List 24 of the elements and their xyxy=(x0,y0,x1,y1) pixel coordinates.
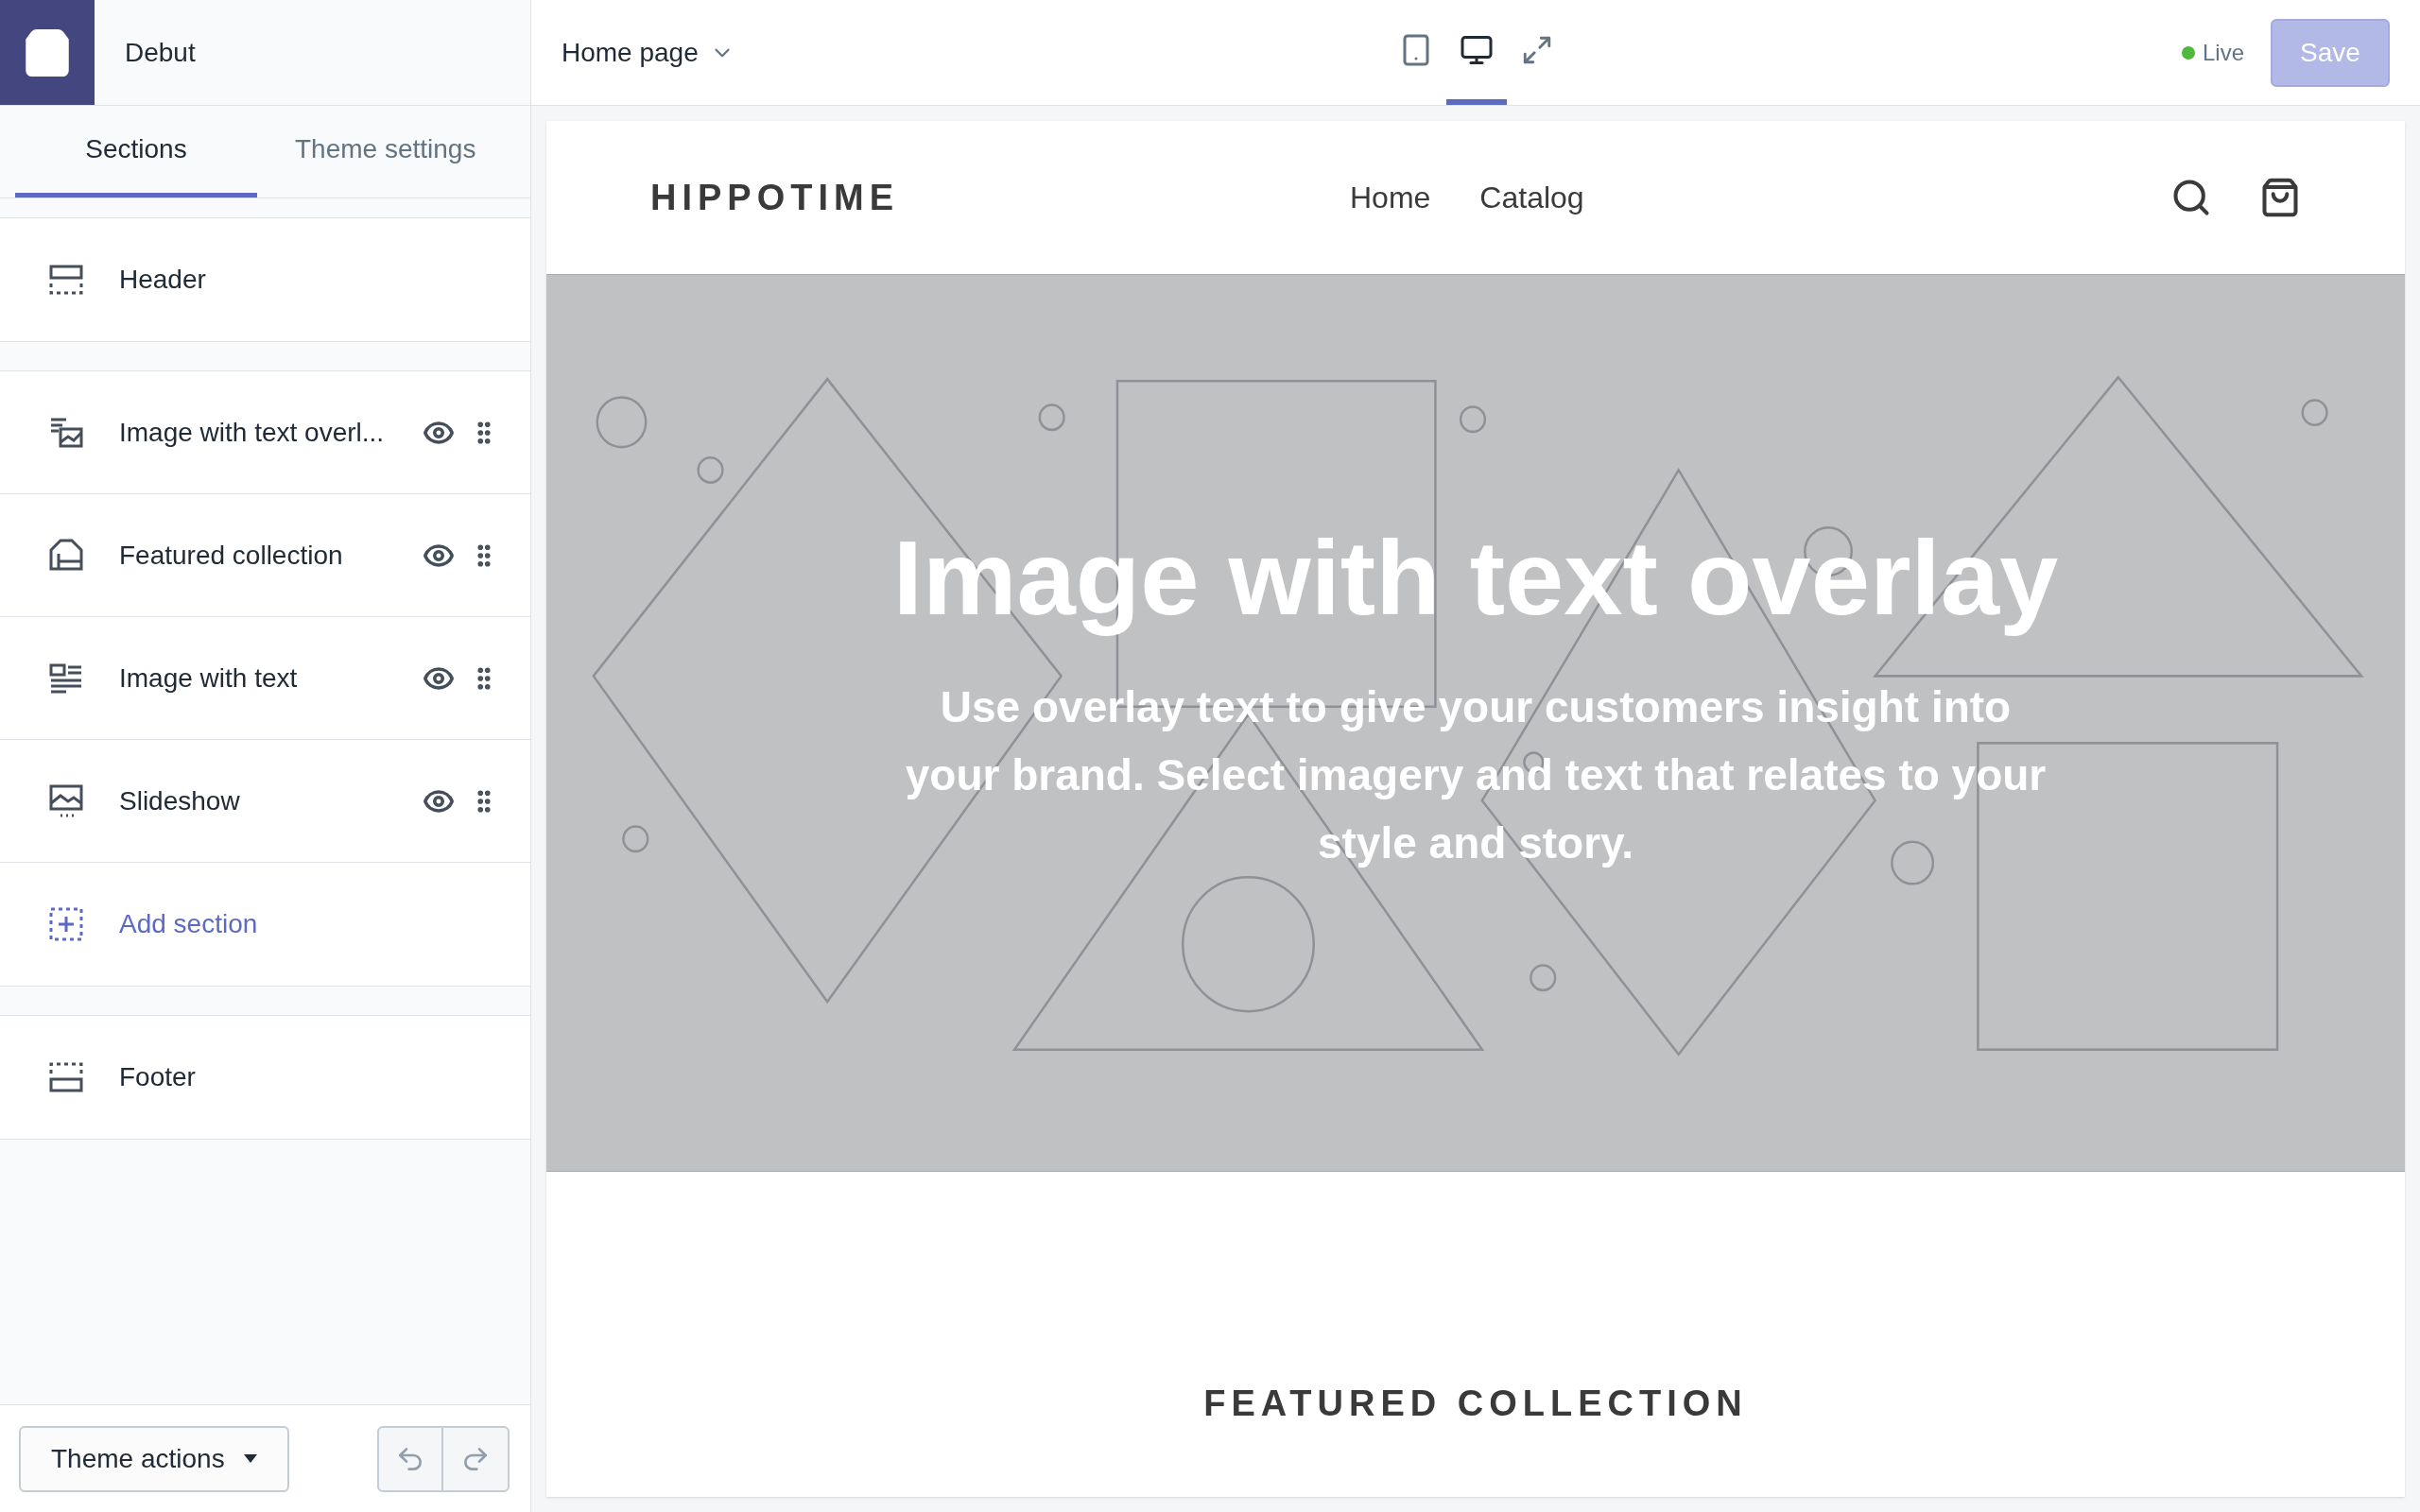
page-selector[interactable]: Home page xyxy=(562,32,735,73)
store-nav-link[interactable]: Home xyxy=(1350,175,1431,220)
caret-down-icon xyxy=(243,1454,257,1463)
section-label: Image with text overl... xyxy=(119,416,386,449)
logo-tile[interactable] xyxy=(0,0,95,105)
section-label: Header xyxy=(119,264,207,296)
section-label: Featured collection xyxy=(119,539,344,572)
store-nav-link[interactable]: Catalog xyxy=(1479,175,1584,220)
sidebar-tab[interactable]: Sections xyxy=(15,106,257,198)
theme-actions-button[interactable]: Theme actions xyxy=(19,1425,289,1492)
sidebar-tab[interactable]: Theme settings xyxy=(257,106,514,198)
search-icon[interactable] xyxy=(2170,177,2212,218)
hero-title: Image with text overlay xyxy=(892,518,2059,639)
shopping-bag-icon[interactable] xyxy=(2259,177,2301,218)
featured-collection-heading: FEATURED COLLECTION xyxy=(1203,1383,1748,1425)
section-label: Footer xyxy=(119,1061,197,1093)
theme-name: Debut xyxy=(125,36,196,69)
section-label: Image with text xyxy=(119,662,299,695)
hero-text: Use overlay text to give your customers insight into your brand. Select imagery and text that relates to your style and story. xyxy=(904,681,2048,869)
store-brand: HIPPOTIME xyxy=(650,176,900,219)
section-label: Add section xyxy=(119,908,259,940)
add-section-icon xyxy=(47,905,85,943)
section-label: Slideshow xyxy=(119,784,241,817)
status-label: Live xyxy=(2202,38,2244,67)
